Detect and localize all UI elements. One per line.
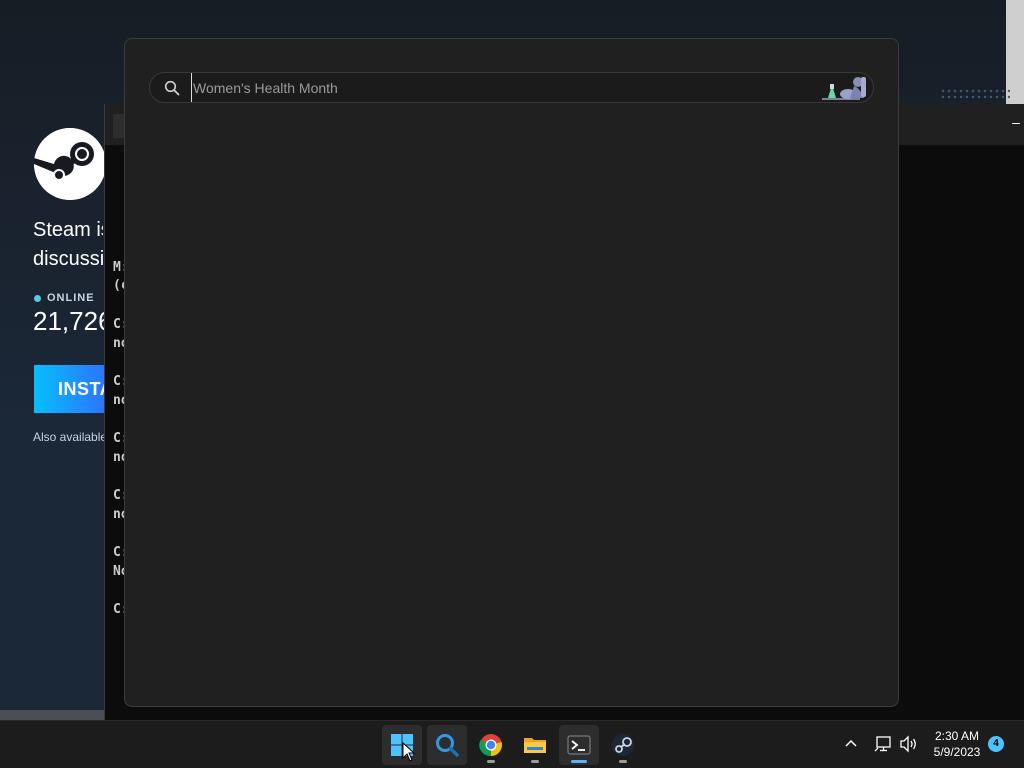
steam-button[interactable]	[603, 725, 643, 765]
chrome-icon	[479, 734, 502, 757]
terminal-icon	[567, 735, 591, 755]
network-icon[interactable]	[874, 734, 894, 754]
online-label: ONLINE	[47, 292, 95, 304]
running-indicator	[531, 760, 539, 763]
chrome-button[interactable]	[471, 725, 511, 765]
search-box[interactable]	[149, 72, 874, 103]
headline-line-2: discussi	[33, 248, 103, 270]
install-steam-button[interactable]: INSTALL	[34, 365, 106, 413]
steam-headline: Steam is discussi	[33, 216, 103, 274]
taskbar	[0, 720, 1024, 768]
folder-icon	[524, 738, 546, 753]
also-available-text[interactable]: Also available	[33, 430, 105, 444]
running-indicator	[487, 760, 495, 763]
clock-date: 5/9/2023	[933, 745, 981, 759]
womens-health-illustration-icon[interactable]	[820, 74, 870, 102]
online-dot-icon	[34, 294, 41, 302]
steam-icon	[612, 734, 634, 756]
search-flyout[interactable]	[124, 38, 899, 707]
show-hidden-icons-chevron-icon[interactable]	[843, 736, 859, 752]
clock-time: 2:30 AM	[934, 729, 980, 743]
steam-logo-icon	[34, 128, 106, 200]
notification-badge[interactable]: 4	[988, 736, 1004, 752]
search-icon	[164, 80, 180, 96]
online-status: ONLINE	[34, 292, 95, 304]
mouse-cursor-icon	[402, 742, 416, 762]
search-icon	[436, 734, 459, 757]
running-indicator	[619, 760, 627, 763]
terminal-button[interactable]	[559, 725, 599, 765]
decorative-dots	[940, 88, 1010, 102]
search-button[interactable]	[427, 725, 467, 765]
volume-icon[interactable]	[899, 734, 919, 754]
online-count: 21,726	[33, 306, 105, 336]
search-input[interactable]	[191, 73, 793, 102]
active-indicator	[571, 760, 587, 763]
file-explorer-button[interactable]	[515, 725, 555, 765]
minimize-icon[interactable]: –	[1009, 115, 1023, 130]
headline-line-1: Steam is	[33, 219, 103, 241]
clock[interactable]: 2:30 AM 5/9/2023	[926, 728, 988, 760]
page-horizontal-scrollbar[interactable]	[0, 710, 104, 720]
